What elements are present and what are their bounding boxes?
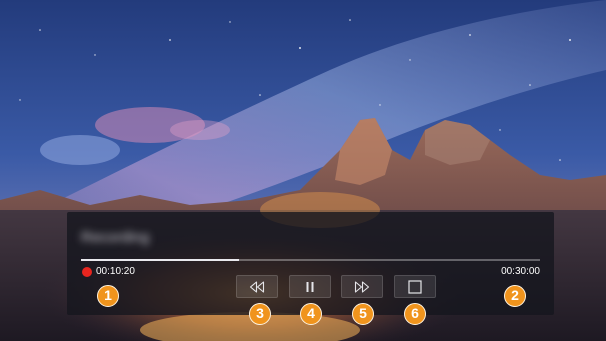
pause-icon	[306, 281, 314, 292]
callout-badge-4: 4	[300, 303, 322, 325]
callout-badge-3: 3	[249, 303, 271, 325]
stop-button[interactable]	[394, 275, 436, 298]
recording-title: Recording	[81, 229, 150, 246]
callout-badge-1: 1	[97, 285, 119, 307]
progress-bar[interactable]	[81, 259, 540, 261]
recording-indicator-icon	[82, 267, 92, 277]
total-time: 00:30:00	[501, 266, 540, 277]
pause-button[interactable]	[289, 275, 331, 298]
callout-badge-2: 2	[504, 285, 526, 307]
progress-fill	[81, 259, 240, 261]
callout-badge-6: 6	[404, 303, 426, 325]
rewind-button[interactable]	[236, 275, 278, 298]
fast-forward-icon	[354, 280, 370, 293]
stop-icon	[408, 279, 422, 294]
fast-forward-button[interactable]	[341, 275, 383, 298]
tv-screen: Recording 00:10:20 00:30:00 1 2 3 4 5 6	[0, 0, 606, 341]
playback-control-panel: Recording 00:10:20 00:30:00	[67, 212, 554, 315]
rewind-icon	[249, 280, 265, 293]
callout-badge-5: 5	[352, 303, 374, 325]
current-time: 00:10:20	[96, 266, 135, 277]
